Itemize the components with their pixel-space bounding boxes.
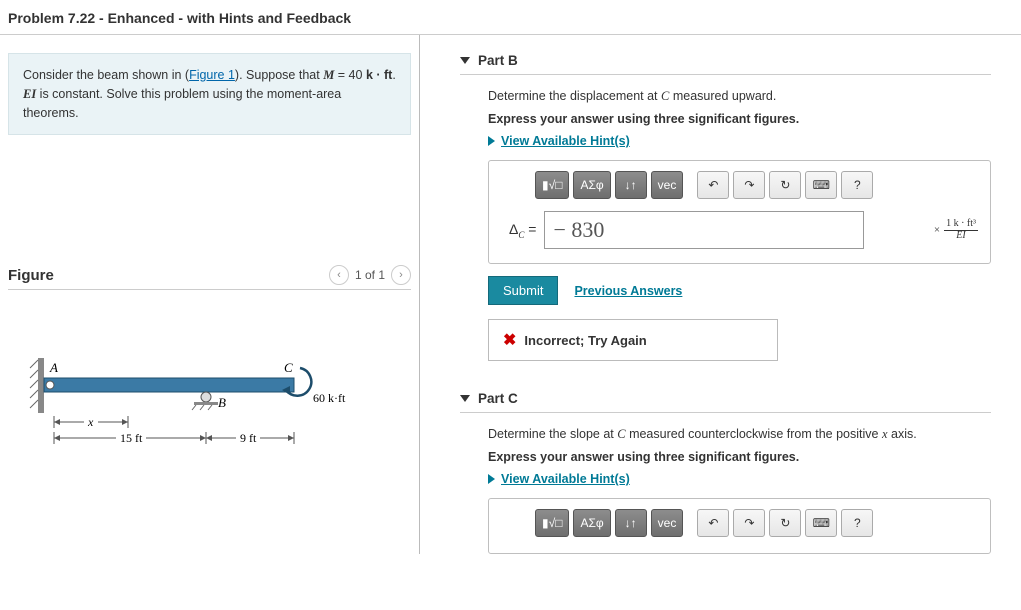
fig-count: 1 of 1: [355, 268, 385, 282]
tool-keyboard-button[interactable]: ⌨: [805, 171, 837, 199]
svg-text:C: C: [284, 360, 293, 375]
page-title: Problem 7.22 - Enhanced - with Hints and…: [0, 0, 1021, 32]
part-c-title: Part C: [478, 391, 518, 406]
delta-c-label: ΔC =: [509, 221, 536, 240]
svg-text:B: B: [218, 395, 226, 410]
feedback-text: Incorrect; Try Again: [524, 333, 646, 348]
tool-vec-button[interactable]: vec: [651, 171, 684, 199]
part-b-answerbox: ▮√□ ΑΣφ ↓↑ vec ↶ ↷ ↻ ⌨ ? ΔC = × 1 k · ft…: [488, 160, 991, 264]
problem-statement: Consider the beam shown in (Figure 1). S…: [8, 53, 411, 135]
tool-keyboard-button[interactable]: ⌨: [805, 509, 837, 537]
svg-text:60 k·ft: 60 k·ft: [313, 391, 346, 405]
tool-undo-button[interactable]: ↶: [697, 509, 729, 537]
part-c-desc: Determine the slope at C measured counte…: [488, 427, 991, 442]
figure-divider: [8, 289, 411, 290]
figure-diagram: A B C 60 k·ft x 15 ft: [8, 350, 411, 470]
tool-vec-button[interactable]: vec: [651, 509, 684, 537]
tool-help-button[interactable]: ?: [841, 509, 873, 537]
tool-reset-button[interactable]: ↻: [769, 171, 801, 199]
answer-input[interactable]: [544, 211, 864, 249]
caret-right-icon: [488, 136, 495, 146]
submit-button[interactable]: Submit: [488, 276, 558, 305]
svg-text:A: A: [49, 360, 58, 375]
eq-toolbar: ▮√□ ΑΣφ ↓↑ vec ↶ ↷ ↻ ⌨ ?: [535, 171, 978, 199]
incorrect-icon: ✖: [503, 330, 516, 350]
tool-template-button[interactable]: ▮√□: [535, 509, 569, 537]
prev-answers-link[interactable]: Previous Answers: [574, 284, 682, 298]
svg-text:15 ft: 15 ft: [120, 431, 143, 445]
unit-label: × 1 k · ft³EI: [934, 219, 978, 241]
figure-heading: Figure: [8, 267, 54, 284]
caret-down-icon: [460, 395, 470, 402]
tool-redo-button[interactable]: ↷: [733, 171, 765, 199]
fig-next-button[interactable]: ›: [391, 265, 411, 285]
figure-link[interactable]: Figure 1: [189, 68, 235, 82]
part-b-title: Part B: [478, 53, 518, 68]
tool-help-button[interactable]: ?: [841, 171, 873, 199]
left-panel: Consider the beam shown in (Figure 1). S…: [0, 35, 420, 554]
tool-template-button[interactable]: ▮√□: [535, 171, 569, 199]
part-c-hints[interactable]: View Available Hint(s): [488, 472, 991, 486]
caret-down-icon: [460, 57, 470, 64]
tool-reset-button[interactable]: ↻: [769, 509, 801, 537]
tool-greek-button[interactable]: ΑΣφ: [573, 509, 610, 537]
svg-text:9 ft: 9 ft: [240, 431, 257, 445]
tool-undo-button[interactable]: ↶: [697, 171, 729, 199]
tool-subsup-button[interactable]: ↓↑: [615, 171, 647, 199]
part-b-hints[interactable]: View Available Hint(s): [488, 134, 991, 148]
tool-redo-button[interactable]: ↷: [733, 509, 765, 537]
part-b-desc: Determine the displacement at C measured…: [488, 89, 991, 104]
part-b-inst: Express your answer using three signific…: [488, 112, 991, 126]
part-c-answerbox: ▮√□ ΑΣφ ↓↑ vec ↶ ↷ ↻ ⌨ ?: [488, 498, 991, 554]
caret-right-icon: [488, 474, 495, 484]
eq-toolbar: ▮√□ ΑΣφ ↓↑ vec ↶ ↷ ↻ ⌨ ?: [535, 509, 978, 537]
part-b-header[interactable]: Part B: [460, 53, 991, 68]
part-c-inst: Express your answer using three signific…: [488, 450, 991, 464]
fig-prev-button[interactable]: ‹: [329, 265, 349, 285]
tool-subsup-button[interactable]: ↓↑: [615, 509, 647, 537]
tool-greek-button[interactable]: ΑΣφ: [573, 171, 610, 199]
part-b-divider: [460, 74, 991, 75]
part-c-divider: [460, 412, 991, 413]
feedback-box: ✖ Incorrect; Try Again: [488, 319, 778, 361]
part-c-header[interactable]: Part C: [460, 391, 991, 406]
svg-text:x: x: [87, 415, 94, 429]
right-panel: Part B Determine the displacement at C m…: [420, 35, 1021, 554]
